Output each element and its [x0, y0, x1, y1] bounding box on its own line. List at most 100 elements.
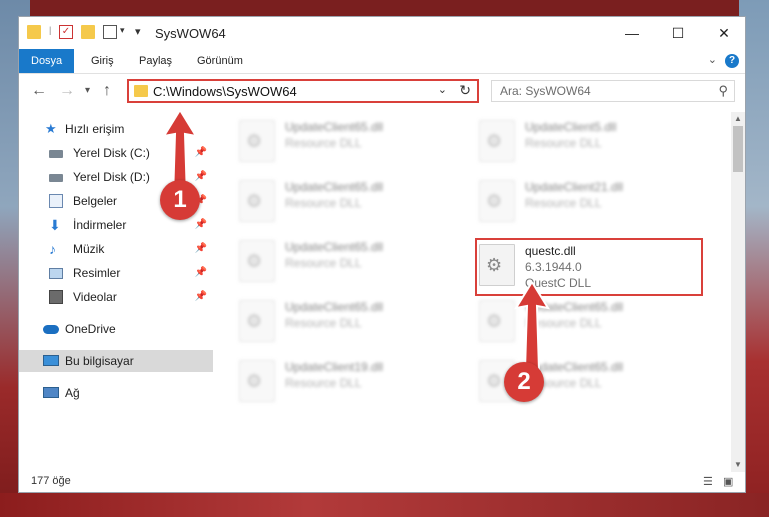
chevron-down-icon[interactable]: ▾	[120, 25, 134, 39]
file-name: UpdateClient65.dll	[285, 120, 384, 134]
search-icon: ⚲	[718, 83, 728, 98]
file-type: Resource DLL	[285, 196, 362, 210]
sidebar-item-onedrive[interactable]: OneDrive	[19, 318, 213, 340]
address-bar[interactable]: C:\Windows\SysWOW64 ⌄ ↻	[127, 79, 479, 103]
file-name: UpdateClient5.dll	[525, 120, 617, 134]
dll-file-icon: ⚙	[239, 240, 275, 282]
sidebar-item-this-pc[interactable]: Bu bilgisayar	[19, 350, 213, 372]
item-count: 177 öğe	[31, 475, 71, 487]
close-button[interactable]: ✕	[701, 17, 747, 49]
forward-icon[interactable]: →	[59, 82, 75, 100]
address-path: C:\Windows\SysWOW64	[153, 84, 297, 99]
file-item[interactable]: ⚙ UpdateClient65.dll Resource DLL	[461, 356, 681, 412]
dll-file-icon: ⚙	[479, 180, 515, 222]
file-type: Resource DLL	[285, 376, 362, 390]
computer-icon	[43, 355, 59, 366]
maximize-button[interactable]: ☐	[655, 17, 701, 49]
file-type: Resource DLL	[285, 256, 362, 270]
sidebar-item-label: Bu bilgisayar	[65, 354, 134, 368]
file-item[interactable]: ⚙ UpdateClient65.dll Resource DLL	[221, 236, 441, 292]
quick-access-customize-icon[interactable]	[103, 25, 117, 39]
sidebar-item-videos[interactable]: Videolar 📌	[19, 286, 213, 308]
search-input[interactable]: Ara: SysWOW64 ⚲	[491, 80, 735, 102]
back-icon[interactable]: ←	[31, 82, 47, 100]
sidebar-item-label: Ağ	[65, 386, 80, 400]
dll-file-icon: ⚙	[479, 300, 515, 342]
scroll-up-icon[interactable]: ▲	[734, 114, 742, 123]
dll-file-icon: ⚙	[479, 120, 515, 162]
pin-icon: 📌	[194, 219, 207, 230]
file-list: ⚙ UpdateClient65.dll Resource DLL ⚙ Upda…	[221, 112, 729, 467]
recent-locations-icon[interactable]: ▾	[85, 85, 90, 96]
expand-ribbon-icon[interactable]: ⌄	[708, 53, 717, 66]
arrow-up-to-questc	[513, 282, 551, 371]
file-item[interactable]: ⚙ UpdateClient65.dll Resource DLL	[221, 296, 441, 352]
file-item[interactable]: ⚙ UpdateClient5.dll Resource DLL	[461, 116, 681, 172]
sidebar-item-label: Resimler	[73, 266, 121, 280]
step-marker-1: 1	[160, 180, 200, 220]
star-icon: ★	[45, 121, 57, 136]
details-view-icon[interactable]: ☰	[703, 475, 717, 488]
file-item[interactable]: ⚙ UpdateClient21.dll Resource DLL	[461, 176, 681, 232]
download-icon: ⬇	[49, 217, 61, 233]
status-bar: 177 öğe ☰ ▣	[19, 472, 745, 492]
file-item[interactable]: ⚙ UpdateClient19.dll Resource DLL	[221, 356, 441, 412]
network-icon	[43, 387, 59, 398]
sidebar-item-pictures[interactable]: Resimler 📌	[19, 262, 213, 284]
title-bar: | ✓ ▾ ▾ SysWOW64 — ☐ ✕	[19, 17, 745, 49]
quick-access-toolbar-dropdown-icon[interactable]: ▾	[135, 25, 149, 39]
sidebar-item-label: Hızlı erişim	[65, 122, 125, 136]
dll-file-icon: ⚙	[239, 300, 275, 342]
refresh-icon[interactable]: ↻	[459, 82, 471, 99]
explorer-window: | ✓ ▾ ▾ SysWOW64 — ☐ ✕ Dosya Giriş Payla…	[18, 16, 746, 493]
dll-file-icon: ⚙	[239, 360, 275, 402]
desktop-background-bottom	[0, 493, 769, 517]
minimize-button[interactable]: —	[609, 17, 655, 49]
properties-icon[interactable]: ✓	[59, 25, 73, 39]
file-name: UpdateClient19.dll	[285, 360, 384, 374]
file-type: Resource DLL	[285, 136, 362, 150]
file-type: Resource DLL	[525, 196, 602, 210]
dll-file-icon: ⚙	[239, 120, 275, 162]
new-folder-icon[interactable]	[81, 25, 95, 39]
sidebar-item-label: Belgeler	[73, 194, 118, 208]
help-icon[interactable]: ?	[725, 54, 739, 68]
file-item[interactable]: ⚙ UpdateClient65.dll Resource DLL	[221, 176, 441, 232]
sidebar-item-music[interactable]: ♪ Müzik 📌	[19, 238, 213, 260]
tab-file[interactable]: Dosya	[19, 49, 75, 73]
cloud-icon	[43, 325, 59, 334]
search-placeholder: Ara: SysWOW64	[500, 84, 591, 98]
file-name: UpdateClient65.dll	[285, 300, 384, 314]
large-icons-view-icon[interactable]: ▣	[723, 475, 737, 488]
up-icon[interactable]: ↑	[103, 82, 111, 100]
file-name: UpdateClient65.dll	[285, 240, 384, 254]
tab-share[interactable]: Paylaş	[139, 49, 172, 73]
folder-icon	[134, 85, 148, 97]
scroll-down-icon[interactable]: ▼	[734, 460, 742, 469]
pin-icon: 📌	[194, 243, 207, 254]
file-name: UpdateClient21.dll	[525, 180, 624, 194]
vertical-scrollbar[interactable]: ▲ ▼	[731, 112, 745, 472]
file-item[interactable]: ⚙ UpdateClient65.dll Resource DLL	[461, 296, 681, 352]
window-title: SysWOW64	[155, 26, 226, 41]
navigation-row: ← → ▾ ↑ C:\Windows\SysWOW64 ⌄ ↻ Ara: Sys…	[19, 74, 745, 110]
tab-home[interactable]: Giriş	[91, 49, 114, 73]
sidebar-item-label: OneDrive	[65, 322, 116, 336]
sidebar-item-label: Müzik	[73, 242, 105, 256]
questc-highlight-box	[475, 238, 703, 296]
address-dropdown-icon[interactable]: ⌄	[438, 83, 447, 96]
music-icon: ♪	[49, 241, 56, 257]
scroll-thumb[interactable]	[733, 126, 743, 172]
drive-icon	[49, 150, 63, 158]
file-item[interactable]: ⚙ UpdateClient65.dll Resource DLL	[221, 116, 441, 172]
drive-icon	[49, 174, 63, 182]
sidebar-item-label: İndirmeler	[73, 218, 127, 232]
sidebar-item-label: Yerel Disk (D:)	[73, 170, 150, 184]
sidebar-item-network[interactable]: Ağ	[19, 382, 213, 404]
file-type: Resource DLL	[285, 316, 362, 330]
pictures-icon	[49, 268, 63, 279]
ribbon-tabs: Dosya Giriş Paylaş Görünüm ⌄ ?	[19, 49, 745, 74]
pin-icon: 📌	[194, 291, 207, 302]
file-type: Resource DLL	[525, 136, 602, 150]
tab-view[interactable]: Görünüm	[197, 49, 243, 73]
